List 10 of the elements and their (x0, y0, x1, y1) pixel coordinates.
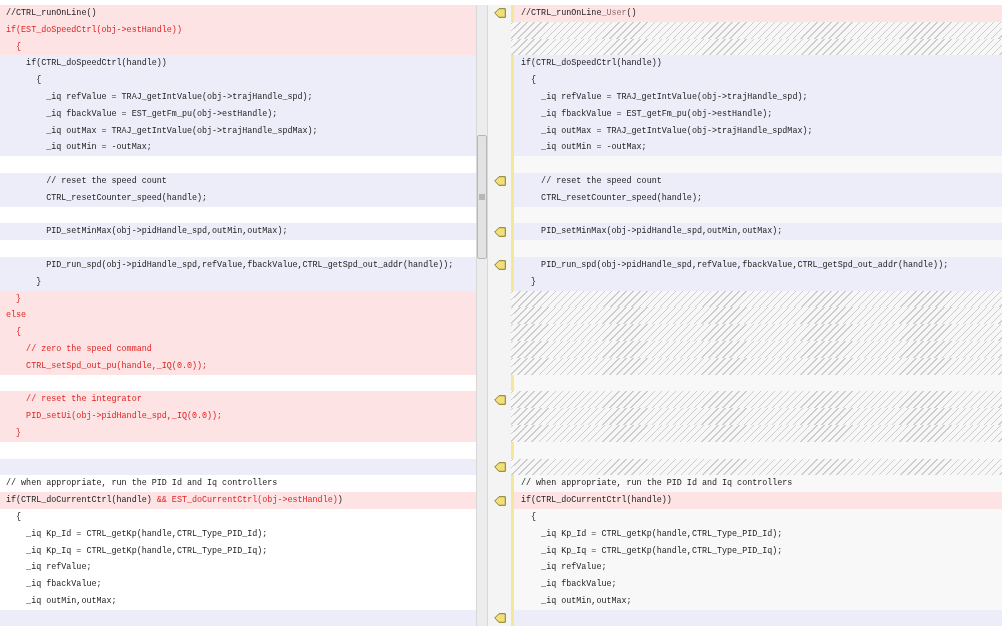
arrow-left-icon[interactable] (493, 260, 506, 271)
arrow-left-icon[interactable] (493, 613, 506, 624)
arrow-left-icon[interactable] (493, 8, 506, 19)
scrollbar-thumb[interactable] (477, 135, 487, 259)
arrow-left-icon[interactable] (493, 461, 506, 472)
arrow-left-icon[interactable] (493, 176, 506, 187)
grip-icon (479, 194, 485, 200)
arrow-left-icon[interactable] (493, 394, 506, 405)
arrow-left-icon[interactable] (493, 495, 506, 506)
arrow-left-icon[interactable] (493, 226, 506, 237)
